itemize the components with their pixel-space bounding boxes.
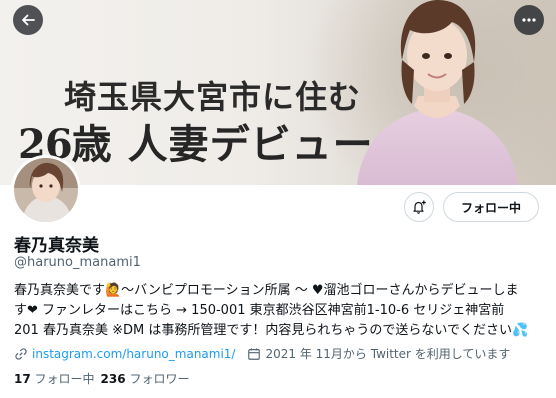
link-icon	[15, 347, 27, 360]
bio-line: 春乃真奈美です🙋〜バンビプロモーション所属 〜 ♥溜池ゴローさんからデビューしま	[14, 283, 519, 298]
banner-photo	[357, 0, 518, 185]
calendar-icon	[248, 347, 261, 360]
more-horizontal-icon	[522, 18, 536, 22]
followers-count: 236	[100, 372, 126, 386]
more-button[interactable]	[514, 5, 544, 35]
bio-line: す❤ ファンレターはこちら → 150-001 東京都渋谷区神宮前1-10-6 …	[14, 303, 505, 318]
banner-subheadline: 26歳 人妻デビュー	[18, 112, 374, 170]
profile-handle: @haruno_manami1	[14, 255, 141, 270]
profile-join-date: 2021 年 11月から Twitter を利用しています	[265, 347, 511, 361]
avatar-photo	[14, 158, 78, 222]
followers-link[interactable]: 236 フォロワー	[101, 372, 190, 386]
following-button[interactable]: フォロー中	[443, 192, 539, 222]
following-link[interactable]: 17 フォロー中	[14, 372, 95, 386]
profile-name: 春乃真奈美	[14, 236, 99, 256]
profile-stats: 17 フォロー中 236 フォロワー	[14, 370, 189, 387]
profile-meta: instagram.com/haruno_manami1/ 2021 年 11月…	[14, 345, 510, 362]
bio-line: 201 春乃真奈美 ※DM は事務所管理です！内容見られちゃうので送らないでくだ…	[14, 323, 529, 338]
back-button[interactable]	[13, 5, 43, 35]
following-count: 17	[14, 372, 31, 386]
notification-button[interactable]	[404, 192, 434, 222]
profile-bio: 春乃真奈美です🙋〜バンビプロモーション所属 〜 ♥溜池ゴローさんからデビューしま…	[14, 281, 548, 341]
avatar[interactable]	[11, 155, 81, 225]
bell-plus-icon	[413, 200, 426, 214]
profile-website-link[interactable]: instagram.com/haruno_manami1/	[32, 347, 235, 361]
followers-label: フォロワー	[129, 372, 190, 386]
following-label: フォロー中	[34, 372, 95, 386]
banner-tagline: 歳 人妻デビュー	[71, 121, 374, 168]
arrow-left-icon	[22, 14, 35, 26]
profile-banner[interactable]: 埼玉県大宮市に住む 26歳 人妻デビュー	[0, 0, 556, 185]
